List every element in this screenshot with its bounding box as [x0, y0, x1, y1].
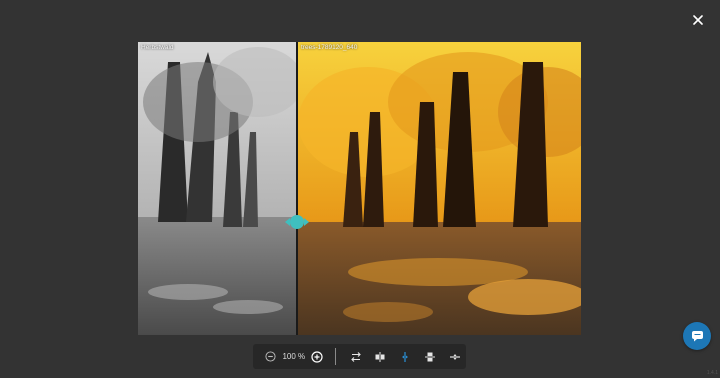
- zoom-in-button[interactable]: [306, 346, 328, 368]
- left-image-pane: [138, 42, 297, 335]
- horizontal-split-button[interactable]: [419, 346, 441, 368]
- version-label: 1.4.1: [706, 370, 718, 376]
- close-button[interactable]: [690, 12, 706, 28]
- swap-arrows-icon: [350, 351, 361, 362]
- compare-toolbar: 100 %: [253, 344, 466, 369]
- zoom-out-button[interactable]: [260, 346, 282, 368]
- chat-button[interactable]: [683, 322, 711, 350]
- drag-handle-icon: [285, 215, 309, 229]
- vertical-line-button[interactable]: [394, 346, 416, 368]
- horizontal-split-icon: [425, 352, 436, 361]
- plus-circle-icon: [311, 350, 323, 363]
- horizontal-line-button[interactable]: [444, 346, 466, 368]
- vertical-split-icon: [375, 351, 385, 362]
- toolbar-separator: [334, 348, 336, 365]
- right-image: [297, 42, 581, 335]
- close-icon: [693, 15, 703, 25]
- right-image-pane: [297, 42, 581, 335]
- vertical-split-button[interactable]: [369, 346, 391, 368]
- image-compare-viewer[interactable]: Herbstwald trees-1789120_640: [138, 42, 581, 335]
- horizontal-line-icon: [450, 353, 461, 360]
- split-handle[interactable]: [283, 214, 311, 230]
- minus-circle-icon: [265, 351, 276, 362]
- right-image-label: trees-1789120_640: [301, 44, 358, 51]
- vertical-line-icon: [402, 351, 409, 362]
- swap-images-button[interactable]: [345, 346, 367, 368]
- left-image: [138, 42, 297, 335]
- left-image-label: Herbstwald: [141, 44, 174, 51]
- chat-icon: [691, 331, 703, 342]
- split-divider[interactable]: [296, 42, 298, 335]
- zoom-level: 100 %: [282, 352, 306, 361]
